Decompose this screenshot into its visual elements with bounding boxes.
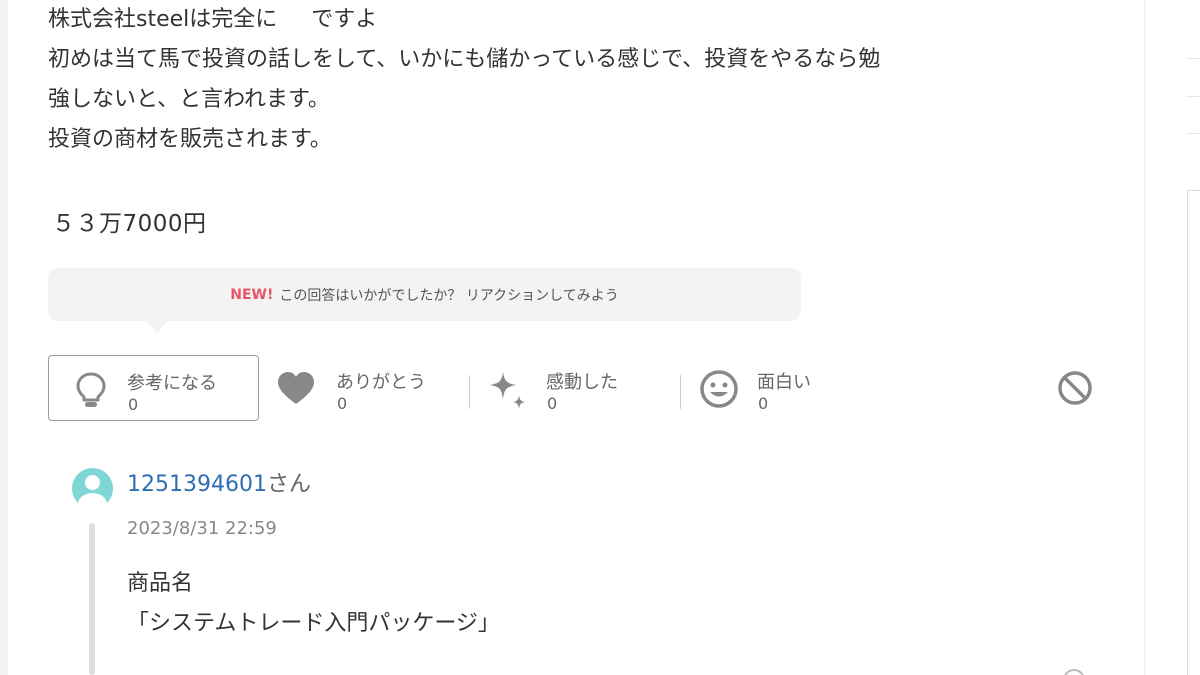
answer-line: 株式会社steelは完全に ですよ bbox=[48, 7, 378, 32]
reply-timestamp: 2023/8/31 22:59 bbox=[127, 518, 277, 539]
username-suffix: さん bbox=[266, 472, 311, 497]
sidebar-divider bbox=[1186, 133, 1200, 134]
reply-thread-line bbox=[89, 523, 95, 675]
sidebar-panel-edge bbox=[1187, 190, 1200, 675]
smile-icon bbox=[698, 369, 738, 409]
avatar-head bbox=[85, 475, 100, 490]
price-text: ５３万7000円 bbox=[52, 211, 207, 237]
prompt-tail bbox=[146, 321, 168, 333]
report-button[interactable] bbox=[1053, 355, 1097, 421]
reaction-prompt-text: この回答はいかがでしたか？ リアクションしてみよう bbox=[279, 287, 619, 304]
reaction-count: 0 bbox=[128, 395, 139, 414]
reply-body: 商品名 「システムトレード入門パッケージ」 bbox=[127, 564, 500, 644]
username-link[interactable]: 1251394601 bbox=[127, 472, 267, 497]
reaction-label: 参考になる bbox=[127, 373, 217, 394]
avatar[interactable] bbox=[72, 468, 113, 509]
sparkle-icon bbox=[486, 369, 526, 409]
reaction-thanks-button[interactable]: ありがとう 0 bbox=[276, 355, 456, 421]
answer-body: 株式会社steelは完全に ですよ 初めは当て馬で投資の話しをして、いかにも儲かっ… bbox=[48, 0, 1108, 160]
sidebar-divider bbox=[1186, 58, 1200, 59]
reaction-helpful-button[interactable]: 参考になる 0 bbox=[48, 355, 259, 421]
reaction-count: 0 bbox=[547, 394, 558, 413]
reaction-count: 0 bbox=[337, 394, 348, 413]
new-badge: NEW! bbox=[230, 286, 274, 303]
reaction-funny-button[interactable]: 面白い 0 bbox=[698, 355, 878, 421]
reply-line: 「システムトレード入門パッケージ」 bbox=[127, 611, 500, 636]
reaction-bar: 参考になる 0 ありがとう 0 感動した 0 面白い 0 bbox=[48, 355, 1108, 421]
answer-line: 投資の商材を販売されます。 bbox=[48, 127, 332, 152]
reaction-moved-button[interactable]: 感動した 0 bbox=[486, 355, 666, 421]
reaction-divider bbox=[680, 375, 681, 409]
answer-line: 初めは当て馬で投資の話しをして、いかにも儲かっている感じで、投資をやるなら勉 bbox=[48, 47, 881, 72]
reaction-label: ありがとう bbox=[336, 372, 426, 393]
reply-line: 商品名 bbox=[127, 571, 194, 596]
reaction-count: 0 bbox=[758, 394, 769, 413]
heart-icon bbox=[276, 369, 316, 409]
reply-username: 1251394601さん bbox=[127, 470, 311, 500]
reaction-label: 感動した bbox=[546, 372, 618, 393]
avatar-body bbox=[78, 493, 107, 509]
reaction-divider bbox=[469, 375, 470, 409]
sidebar-divider bbox=[1186, 96, 1200, 97]
page: 株式会社steelは完全に ですよ 初めは当て馬で投資の話しをして、いかにも儲かっ… bbox=[0, 0, 1200, 675]
answer-line: 強しないと、と言われます。 bbox=[48, 87, 330, 112]
lightbulb-icon bbox=[71, 370, 111, 410]
reaction-label: 面白い bbox=[757, 372, 811, 393]
reaction-prompt: NEW! この回答はいかがでしたか？ リアクションしてみよう bbox=[48, 268, 801, 321]
prohibit-icon bbox=[1055, 368, 1095, 408]
